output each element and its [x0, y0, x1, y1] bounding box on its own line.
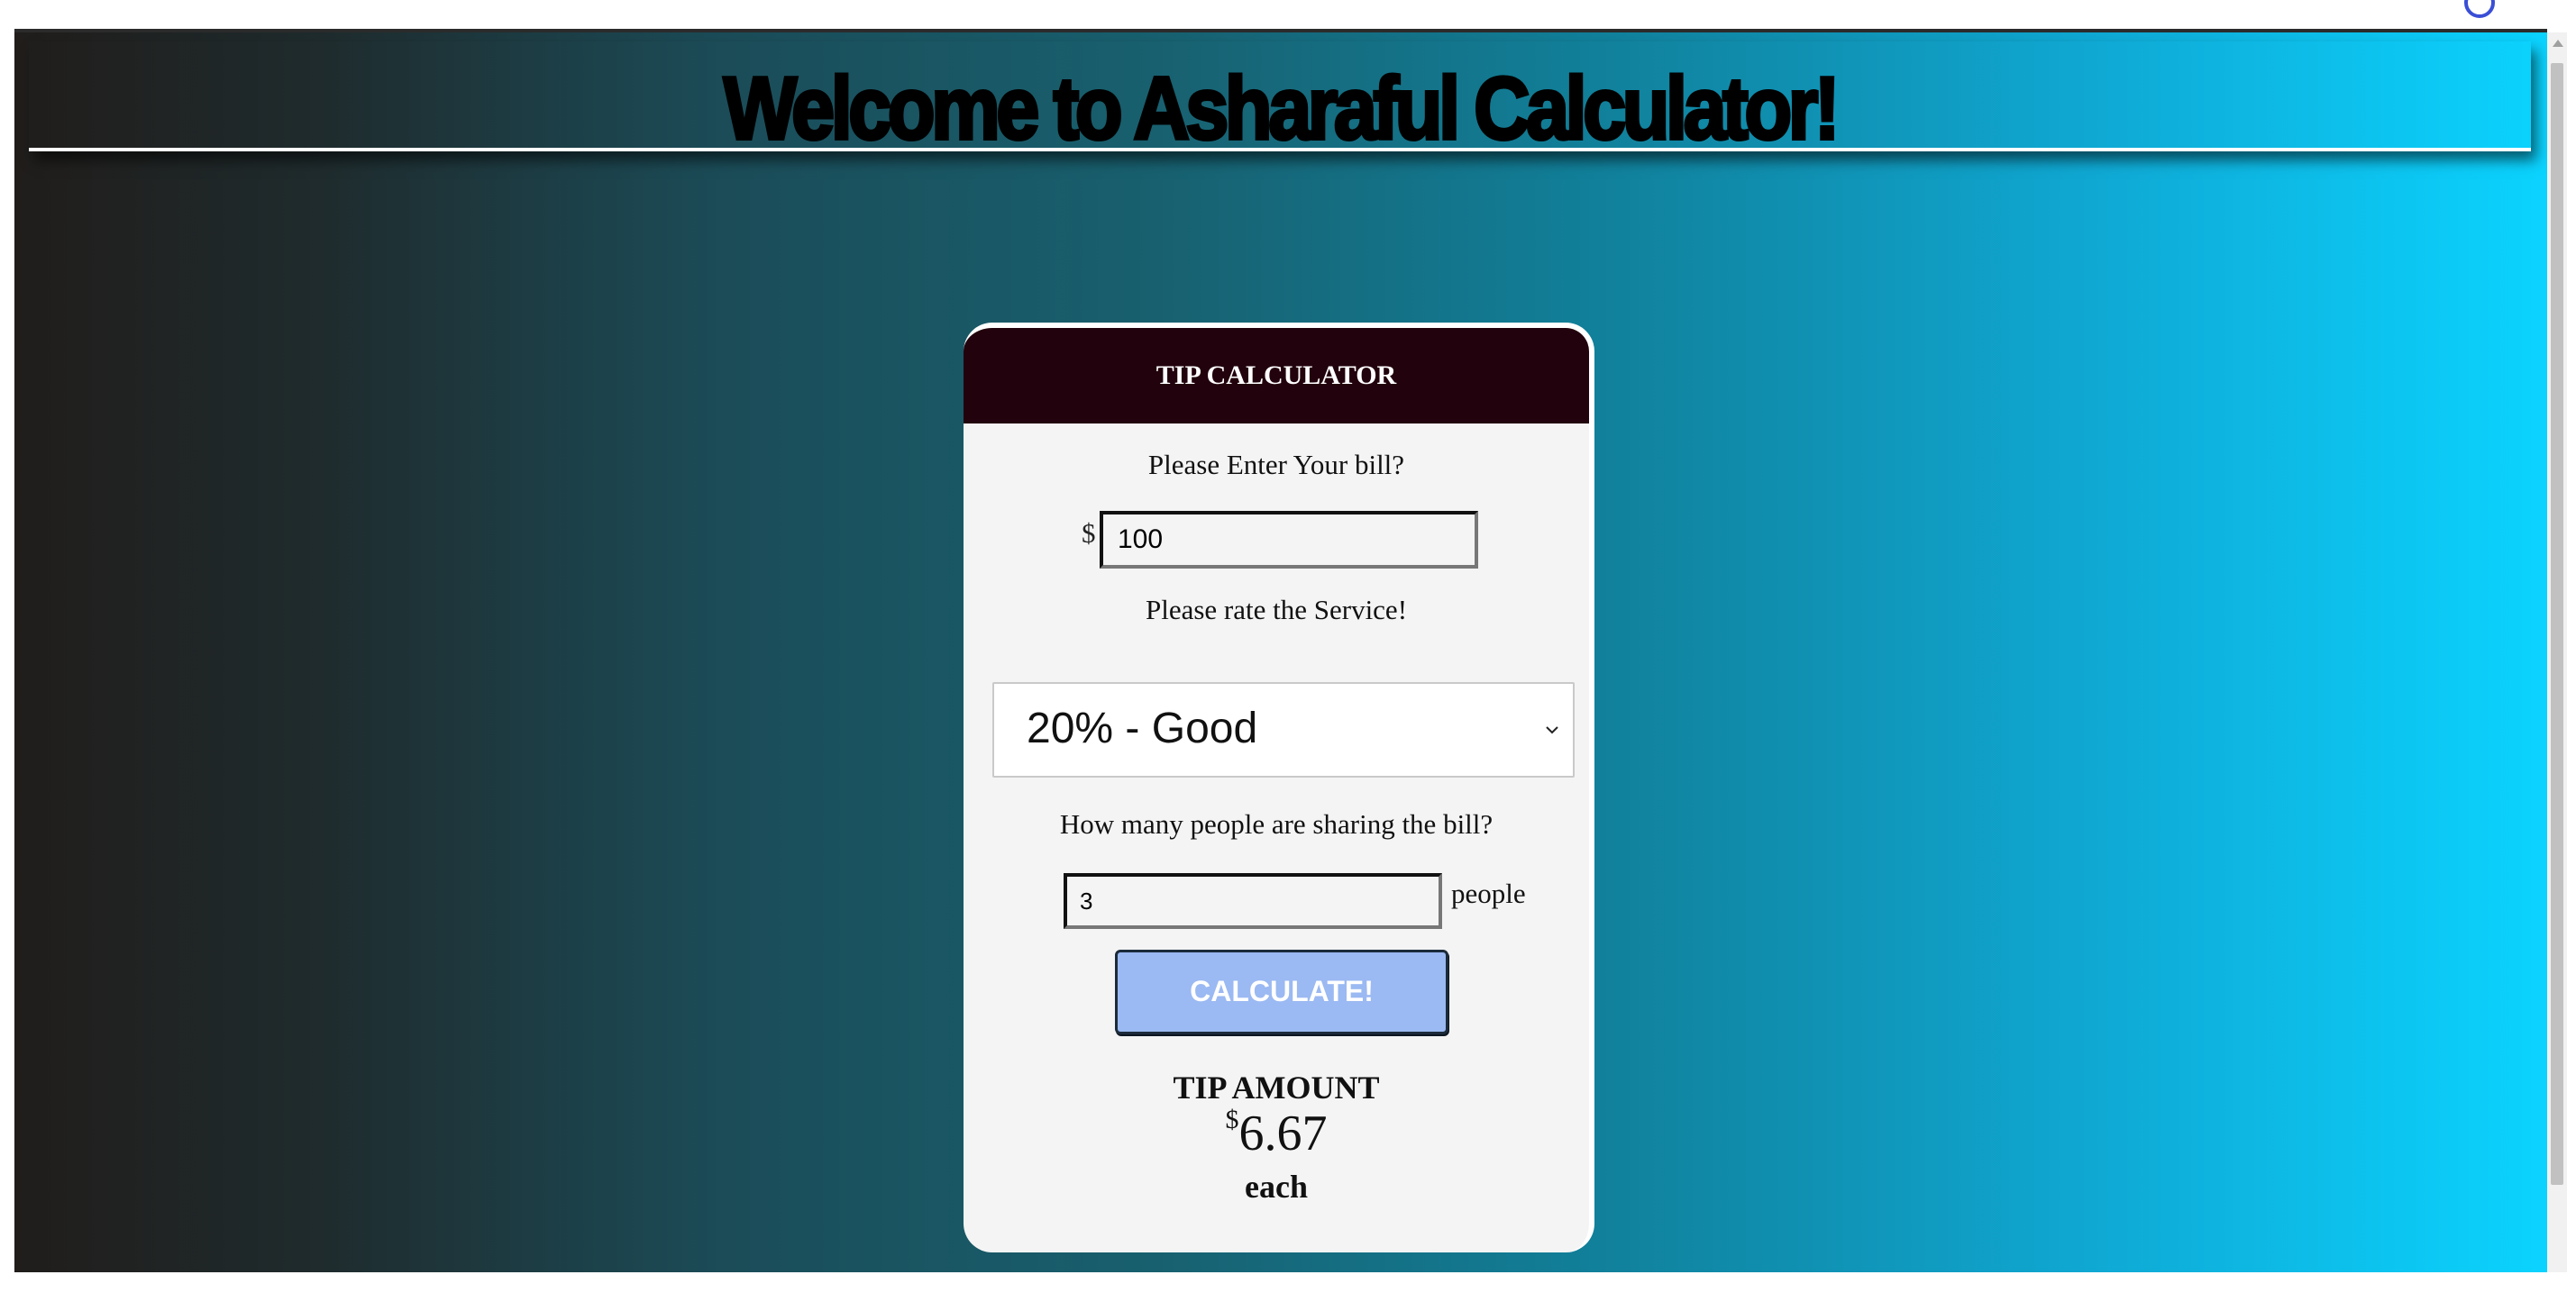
bill-currency-sign: $: [1082, 517, 1096, 549]
page-title: Welcome to Asharaful Calculator!: [722, 59, 1841, 158]
calculate-button[interactable]: CALCULATE!: [1115, 950, 1448, 1034]
loading-ring-icon: [2464, 0, 2495, 18]
scroll-up-arrow-icon[interactable]: [2553, 40, 2563, 47]
tip-amount-heading: TIP AMOUNT: [1173, 1070, 1380, 1106]
bottom-strip: [0, 1272, 2576, 1302]
tip-amount-number: 6.67: [1238, 1106, 1328, 1161]
bill-amount-input[interactable]: 100: [1100, 511, 1478, 569]
tip-amount-suffix: each: [1245, 1169, 1308, 1205]
chevron-down-icon: [1546, 726, 1558, 734]
tip-calculator-card: TIP CALCULATOR Please Enter Your bill? $…: [964, 323, 1594, 1252]
bill-prompt: Please Enter Your bill?: [1147, 449, 1405, 480]
card-header: TIP CALCULATOR: [964, 328, 1589, 423]
people-prompt: How many people are sharing the bill?: [1059, 808, 1494, 840]
service-rating-value: 20% - Good: [1027, 705, 1258, 752]
page-header: Welcome to Asharaful Calculator!: [29, 41, 2531, 158]
service-prompt: Please rate the Service!: [1145, 594, 1408, 625]
browser-top-area: [0, 0, 2576, 31]
card-title: TIP CALCULATOR: [1156, 360, 1397, 390]
people-suffix: people: [1451, 878, 1526, 909]
scrollbar-thumb[interactable]: [2551, 63, 2563, 1185]
page-background: Welcome to Asharaful Calculator! TIP CAL…: [14, 32, 2547, 1272]
people-count-input[interactable]: 3: [1064, 873, 1442, 929]
tip-currency-sign: $: [1225, 1105, 1239, 1134]
tip-amount-value: $6.67: [964, 1105, 1589, 1162]
service-rating-select[interactable]: 20% - Good: [992, 682, 1575, 778]
